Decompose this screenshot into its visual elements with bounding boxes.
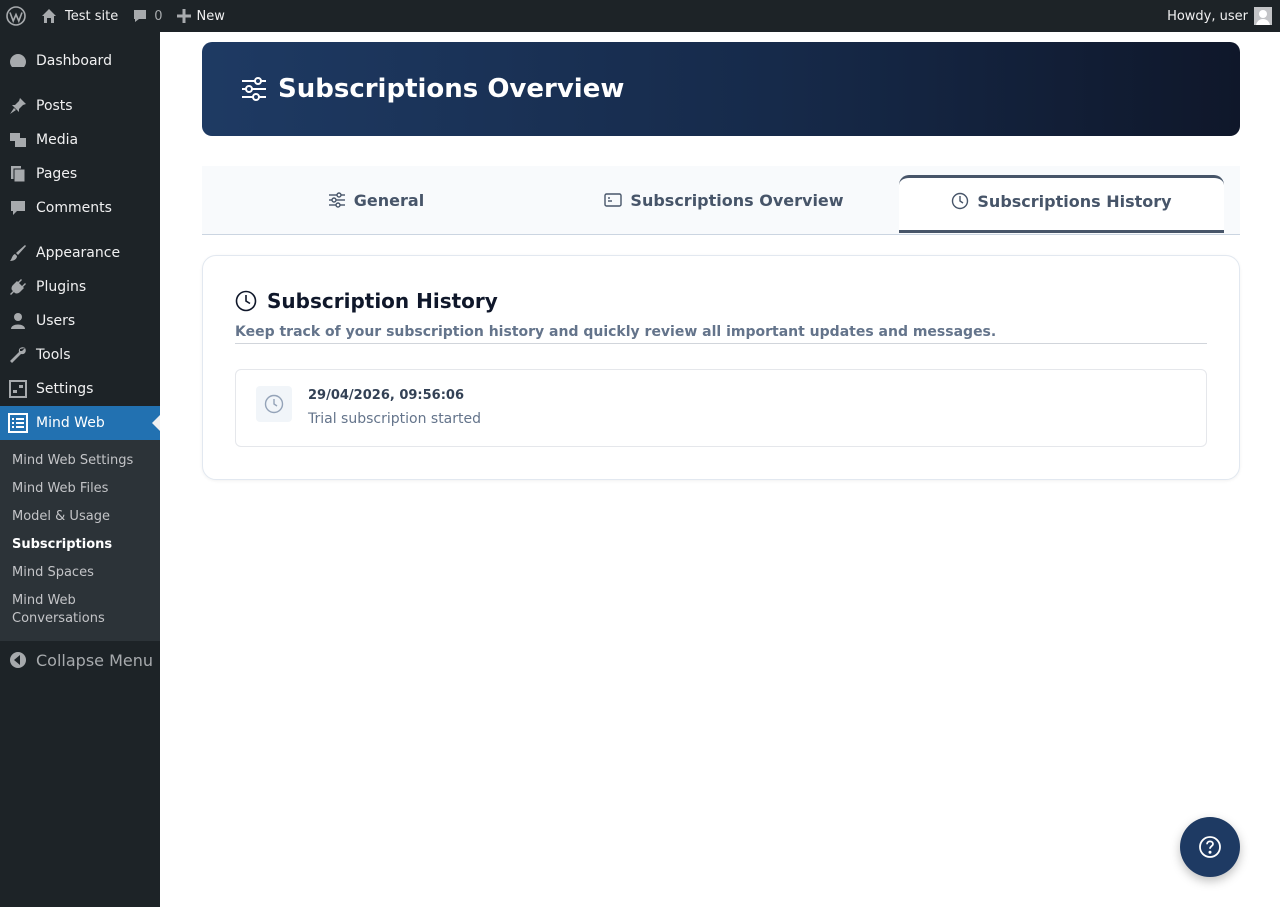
tab-subscriptions-overview[interactable]: Subscriptions Overview (550, 166, 898, 234)
admin-sidebar: Dashboard Posts Media Pages Comments App… (0, 32, 160, 907)
sidebar-item-plugins[interactable]: Plugins (0, 270, 160, 304)
sidebar-item-appearance[interactable]: Appearance (0, 236, 160, 270)
help-button[interactable] (1180, 817, 1240, 877)
comment-icon (132, 8, 148, 24)
brush-icon (8, 243, 28, 263)
card-icon (604, 191, 630, 209)
comments-count: 0 (154, 8, 163, 24)
clock-icon (951, 192, 977, 210)
collapse-arrow-icon (8, 650, 28, 670)
sidebar-item-pages[interactable]: Pages (0, 157, 160, 191)
entry-timestamp: 29/04/2026, 09:56:06 (308, 388, 464, 403)
clock-icon (235, 290, 257, 312)
new-content-link[interactable]: New (170, 0, 232, 32)
wordpress-logo-icon[interactable] (0, 0, 34, 32)
mind-web-submenu: Mind Web Settings Mind Web Files Model &… (0, 440, 160, 641)
greeting: Howdy, user (1167, 8, 1248, 24)
card-description: Keep track of your subscription history … (235, 324, 1207, 344)
pin-icon (8, 96, 28, 116)
clock-icon (256, 386, 292, 422)
submenu-mind-web-settings[interactable]: Mind Web Settings (0, 447, 160, 475)
submenu-mind-spaces[interactable]: Mind Spaces (0, 559, 160, 587)
page-header-banner: Subscriptions Overview (202, 42, 1240, 136)
collapse-menu-button[interactable]: Collapse Menu (0, 643, 160, 677)
sidebar-item-mind-web[interactable]: Mind Web (0, 406, 160, 440)
user-icon (8, 311, 28, 331)
list-icon (8, 413, 28, 433)
plug-icon (8, 277, 28, 297)
sidebar-item-posts[interactable]: Posts (0, 89, 160, 123)
sidebar-item-media[interactable]: Media (0, 123, 160, 157)
subscription-history-card: Subscription History Keep track of your … (202, 255, 1240, 480)
tab-general[interactable]: General (202, 166, 550, 234)
history-entry: 29/04/2026, 09:56:06 Trial subscription … (235, 369, 1207, 447)
submenu-mind-web-files[interactable]: Mind Web Files (0, 475, 160, 503)
site-name-link[interactable]: Test site (34, 0, 125, 32)
comment-icon (8, 198, 28, 218)
tab-subscriptions-history[interactable]: Subscriptions History (899, 175, 1224, 233)
sliders-icon (8, 379, 28, 399)
page-title: Subscriptions Overview (278, 74, 625, 104)
home-icon (41, 8, 57, 24)
submenu-subscriptions[interactable]: Subscriptions (0, 531, 160, 559)
card-title: Subscription History (267, 289, 498, 313)
sidebar-item-dashboard[interactable]: Dashboard (0, 44, 160, 78)
question-icon (1198, 835, 1222, 859)
submenu-model-usage[interactable]: Model & Usage (0, 503, 160, 531)
submenu-mind-web-conversations[interactable]: Mind Web Conversations (0, 587, 120, 633)
wrench-icon (8, 345, 28, 365)
main-content: Subscriptions Overview General Subscript… (160, 32, 1280, 907)
sidebar-item-tools[interactable]: Tools (0, 338, 160, 372)
tab-bar: General Subscriptions Overview Subscript… (202, 166, 1240, 235)
sidebar-item-comments[interactable]: Comments (0, 191, 160, 225)
entry-message: Trial subscription started (308, 411, 482, 427)
card-header: Subscription History (235, 289, 498, 313)
media-icon (8, 130, 28, 150)
sliders-icon (240, 75, 268, 103)
comments-link[interactable]: 0 (125, 0, 169, 32)
sidebar-item-users[interactable]: Users (0, 304, 160, 338)
admin-bar: Test site 0 New Howdy, user (0, 0, 1280, 32)
my-account[interactable]: Howdy, user (1167, 7, 1280, 25)
sidebar-item-settings[interactable]: Settings (0, 372, 160, 406)
sliders-icon (328, 191, 354, 209)
plus-icon (176, 9, 191, 23)
dashboard-icon (8, 51, 28, 71)
pages-icon (8, 164, 28, 184)
avatar (1254, 7, 1272, 25)
